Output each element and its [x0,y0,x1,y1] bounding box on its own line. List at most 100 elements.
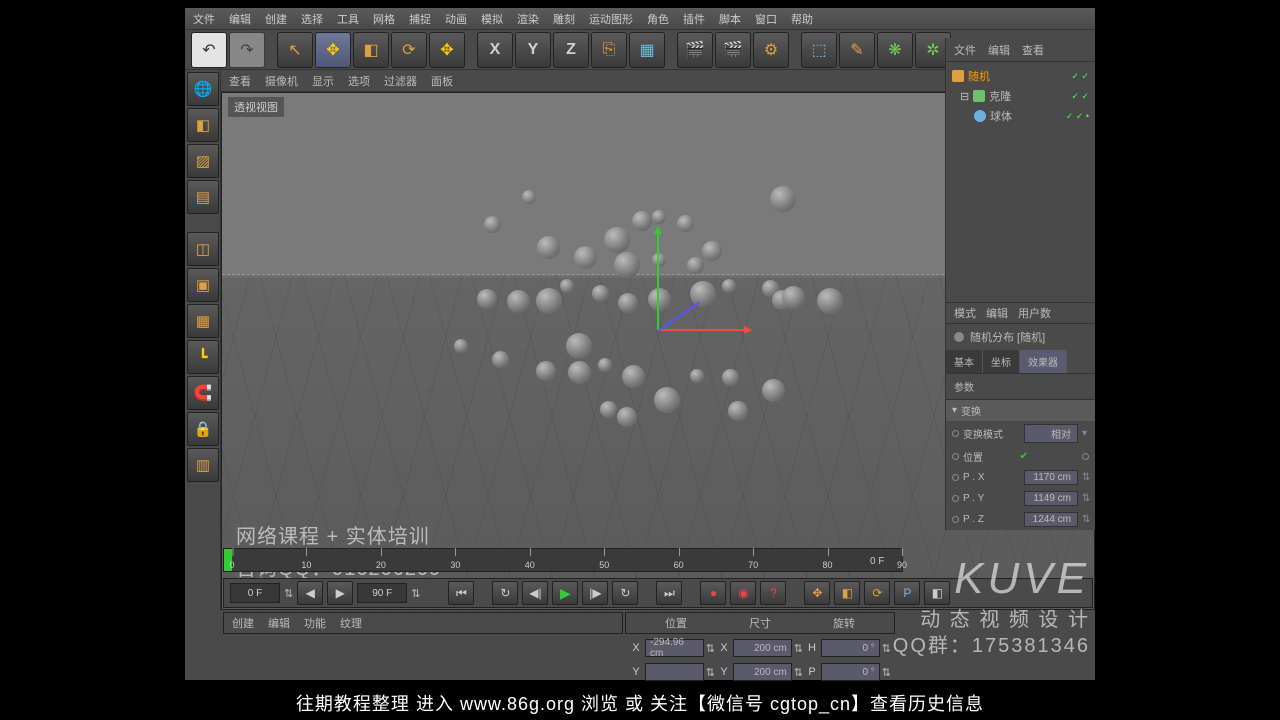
sphere-object[interactable] [536,288,562,314]
sphere-object[interactable] [632,211,652,231]
sphere-object[interactable] [604,227,630,253]
py-input[interactable]: 1149 cm [1024,491,1078,506]
sphere-object[interactable] [492,351,509,368]
prev-range-button[interactable]: ◀ [297,581,323,605]
sphere-object[interactable] [537,236,560,259]
vp-display-menu[interactable]: 显示 [312,73,334,89]
menu-window[interactable]: 窗口 [755,11,777,27]
mat-func-menu[interactable]: 功能 [304,615,326,631]
layers-button[interactable]: ▥ [187,448,219,482]
tree-item-sphere[interactable]: 球体✓ ✓ • [952,106,1089,126]
mat-tex-menu[interactable]: 纹理 [340,615,362,631]
sphere-object[interactable] [654,387,680,413]
step-back-button[interactable]: ◀| [522,581,548,605]
tree-item-random[interactable]: 随机✓ ✓ [952,66,1089,86]
sphere-object[interactable] [522,190,536,204]
om-edit-menu[interactable]: 编辑 [988,42,1010,58]
sphere-object[interactable] [600,401,617,418]
menu-tools[interactable]: 工具 [337,11,359,27]
pz-input[interactable]: 1244 cm [1024,512,1078,527]
menu-script[interactable]: 脚本 [719,11,741,27]
tab-basic[interactable]: 基本 [946,350,983,373]
position-checkbox[interactable]: ✔ [1020,451,1028,462]
sphere-object[interactable] [484,216,501,233]
render-settings-button[interactable]: ⚙ [753,32,789,68]
sphere-object[interactable] [648,288,671,311]
tab-coord[interactable]: 坐标 [983,350,1020,373]
sphere-object[interactable] [574,246,597,269]
vp-options-menu[interactable]: 选项 [348,73,370,89]
loop2-button[interactable]: ↻ [612,581,638,605]
sphere-object[interactable] [782,286,805,309]
gizmo-y-axis[interactable] [657,230,659,330]
sphere-object[interactable] [722,279,736,293]
am-edit-menu[interactable]: 编辑 [986,305,1008,321]
menu-help[interactable]: 帮助 [791,11,813,27]
render-region-button[interactable]: 🎬 [715,32,751,68]
sphere-object[interactable] [568,361,591,384]
move-gizmo[interactable] [658,330,659,331]
y-lock-button[interactable]: Y [515,32,551,68]
px-input[interactable]: 1170 cm [1024,470,1078,485]
render-view-button[interactable]: ▦ [629,32,665,68]
sphere-object[interactable] [617,407,637,427]
undo-button[interactable]: ↶ [191,32,227,68]
sphere-object[interactable] [598,358,612,372]
sphere-object[interactable] [728,401,748,421]
sphere-object[interactable] [690,369,704,383]
world-icon[interactable]: 🌐 [187,72,219,106]
gizmo-x-axis[interactable] [658,329,748,331]
menu-sculpt[interactable]: 雕刻 [553,11,575,27]
point-mode-button[interactable]: ◫ [187,232,219,266]
sphere-object[interactable] [817,288,843,314]
recent-tool-button[interactable]: ✥ [429,32,465,68]
scale-tool-button[interactable]: ◧ [353,32,389,68]
sphere-object[interactable] [687,257,704,274]
autokey-button[interactable]: ◉ [730,581,756,605]
sphere-object[interactable] [762,379,785,402]
transform-mode-select[interactable]: 相对 [1024,424,1078,443]
add-spline-button[interactable]: ✎ [839,32,875,68]
menu-mesh[interactable]: 网格 [373,11,395,27]
menu-create[interactable]: 创建 [265,11,287,27]
x-lock-button[interactable]: X [477,32,513,68]
sphere-object[interactable] [690,281,716,307]
tree-item-cloner[interactable]: ⊟ 克隆✓ ✓ [952,86,1089,106]
tab-effector[interactable]: 效果器 [1020,350,1067,373]
lock-button[interactable]: 🔒 [187,412,219,446]
mat-create-menu[interactable]: 创建 [232,615,254,631]
mat-edit-menu[interactable]: 编辑 [268,615,290,631]
goto-start-button[interactable]: ⏮ [448,581,474,605]
sphere-object[interactable] [454,339,468,353]
end-frame-field[interactable]: 90 F [357,583,407,603]
coord-y-pos[interactable] [645,663,704,681]
object-tree[interactable]: 随机✓ ✓ ⊟ 克隆✓ ✓ 球体✓ ✓ • [946,62,1095,132]
current-frame-field[interactable]: 0 F [230,583,280,603]
model-mode-button[interactable]: ◧ [187,108,219,142]
coord-y-rot[interactable]: 0 ° [821,663,880,681]
menu-edit[interactable]: 编辑 [229,11,251,27]
key-rot-button[interactable]: ⟳ [864,581,890,605]
sphere-object[interactable] [702,241,722,261]
sphere-object[interactable] [652,253,666,267]
sphere-object[interactable] [622,365,645,388]
next-range-button[interactable]: ▶ [327,581,353,605]
sphere-object[interactable] [770,186,796,212]
menu-mograph[interactable]: 运动图形 [589,11,633,27]
sphere-object[interactable] [536,361,556,381]
key-scale-button[interactable]: ◧ [834,581,860,605]
coord-x-pos[interactable]: -294.96 cm [645,639,704,657]
goto-end-button[interactable]: ⏭ [656,581,682,605]
sphere-object[interactable] [560,279,574,293]
menu-snap[interactable]: 捕捉 [409,11,431,27]
axis-mode-button[interactable]: ┗ [187,340,219,374]
magnet-button[interactable]: 🧲 [187,376,219,410]
edge-mode-button[interactable]: ▣ [187,268,219,302]
sphere-object[interactable] [477,289,497,309]
vp-cameras-menu[interactable]: 摄像机 [265,73,298,89]
vp-filter-menu[interactable]: 过滤器 [384,73,417,89]
step-fwd-button[interactable]: |▶ [582,581,608,605]
select-tool-button[interactable]: ↖ [277,32,313,68]
key-pos-button[interactable]: ✥ [804,581,830,605]
vp-view-menu[interactable]: 查看 [229,73,251,89]
